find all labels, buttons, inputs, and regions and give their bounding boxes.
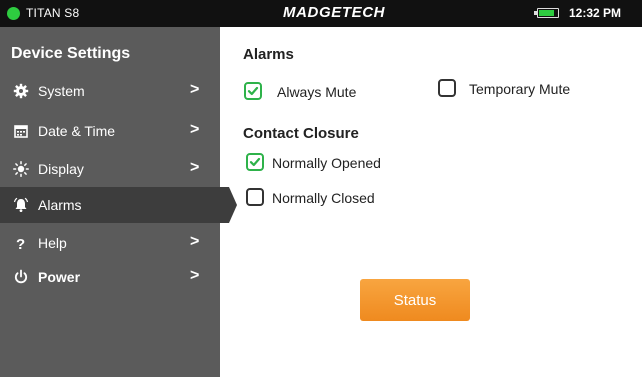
sidebar-item-label: Help — [38, 235, 67, 251]
gear-icon — [13, 83, 29, 99]
calendar-icon — [14, 125, 28, 138]
temporary-mute-checkbox[interactable] — [438, 79, 456, 97]
sidebar-item-label: Alarms — [38, 197, 82, 213]
normally-opened-label[interactable]: Normally Opened — [272, 155, 381, 171]
alarms-heading: Alarms — [243, 46, 294, 63]
chevron-right-icon: > — [190, 267, 200, 284]
sidebar: Device Settings System > Date & Time > D… — [0, 27, 237, 377]
checkmark-icon — [249, 157, 261, 167]
sidebar-item-display[interactable]: Display > — [0, 151, 220, 187]
sidebar-item-label: Power — [38, 269, 81, 285]
sidebar-item-help[interactable]: ? Help > — [0, 225, 220, 261]
battery-icon — [534, 8, 559, 18]
sidebar-item-power[interactable]: Power > — [0, 259, 220, 295]
contact-closure-heading: Contact Closure — [243, 125, 359, 142]
normally-opened-checkbox[interactable] — [246, 153, 264, 171]
sidebar-item-label: System — [38, 83, 85, 99]
chevron-right-icon: > — [190, 159, 200, 176]
always-mute-label[interactable]: Always Mute — [277, 84, 356, 100]
question-icon: ? — [16, 236, 25, 251]
sidebar-item-system[interactable]: System > — [0, 73, 220, 109]
device-name: TITAN S8 — [26, 6, 80, 20]
brightness-icon — [13, 161, 29, 177]
normally-closed-label[interactable]: Normally Closed — [272, 190, 375, 206]
clock: 12:32 PM — [569, 6, 622, 20]
brand-logo: MADGETECH — [283, 4, 386, 21]
sidebar-item-date-time[interactable]: Date & Time > — [0, 113, 220, 149]
temporary-mute-label[interactable]: Temporary Mute — [469, 81, 570, 97]
chevron-right-icon: > — [190, 81, 200, 98]
sidebar-item-label: Date & Time — [38, 123, 116, 139]
sidebar-item-alarms[interactable]: Alarms — [0, 187, 237, 223]
status-indicator-icon — [7, 7, 20, 20]
chevron-right-icon: > — [190, 233, 200, 250]
power-icon — [14, 269, 28, 284]
top-status-bar: TITAN S8 MADGETECH 12:32 PM — [0, 0, 642, 27]
svg-text:?: ? — [16, 236, 25, 251]
sidebar-item-label: Display — [38, 161, 84, 177]
status-button[interactable]: Status — [360, 279, 470, 321]
checkmark-icon — [247, 86, 259, 96]
chevron-right-icon: > — [190, 121, 200, 138]
always-mute-checkbox[interactable] — [244, 82, 262, 100]
normally-closed-checkbox[interactable] — [246, 188, 264, 206]
main-panel: Alarms Always Mute Temporary Mute Contac… — [220, 27, 642, 377]
bell-icon — [13, 197, 29, 212]
sidebar-title: Device Settings — [11, 45, 131, 62]
